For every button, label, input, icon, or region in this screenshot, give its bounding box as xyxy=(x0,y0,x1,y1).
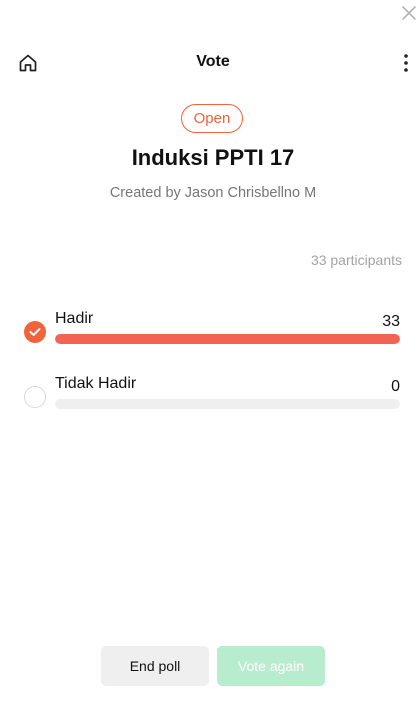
option-vote-count: 33 xyxy=(382,313,400,330)
poll-title: Induksi PPTI 17 xyxy=(131,145,295,170)
close-icon xyxy=(402,6,416,20)
option-progress-track xyxy=(55,334,400,344)
option-radio-unchecked[interactable] xyxy=(24,386,46,408)
status-badge: Open xyxy=(181,104,243,133)
option-progress-fill xyxy=(55,334,400,344)
more-vertical-icon xyxy=(404,54,408,72)
checkmark-icon xyxy=(29,328,41,336)
participant-count: 33 participants xyxy=(310,252,402,268)
option-vote-count: 0 xyxy=(391,378,400,395)
poll-option-hadir[interactable]: Hadir 33 xyxy=(24,310,402,368)
more-options-button[interactable] xyxy=(396,50,416,76)
close-button[interactable] xyxy=(399,3,419,23)
option-radio-checked[interactable] xyxy=(24,321,46,343)
header-title: Vote xyxy=(196,53,230,70)
option-progress-track xyxy=(55,399,400,409)
poll-creator: Created by Jason Chrisbellno M xyxy=(109,185,317,201)
vote-again-button[interactable]: Vote again xyxy=(217,646,325,686)
option-label: Hadir xyxy=(55,310,94,327)
option-label: Tidak Hadir xyxy=(55,375,137,392)
end-poll-button[interactable]: End poll xyxy=(101,646,209,686)
poll-option-tidak-hadir[interactable]: Tidak Hadir 0 xyxy=(24,375,402,433)
